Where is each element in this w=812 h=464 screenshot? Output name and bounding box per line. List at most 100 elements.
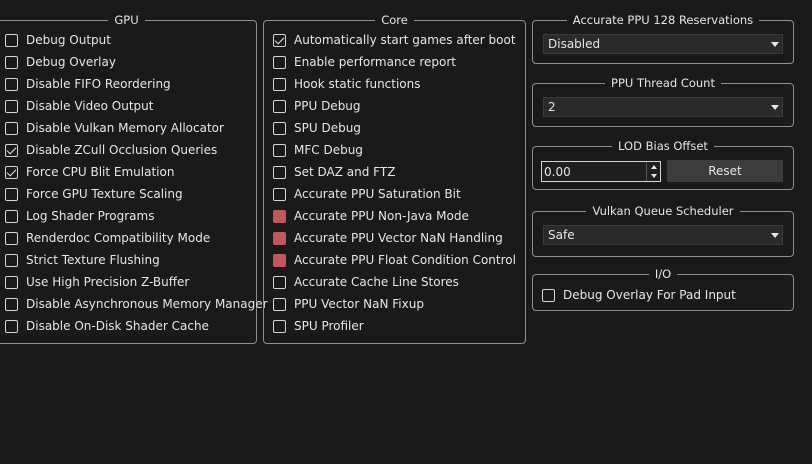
checkbox-box[interactable] <box>5 209 18 223</box>
checkbox-ppu-debug[interactable]: PPU Debug <box>273 97 361 115</box>
checkbox-box[interactable] <box>273 77 286 91</box>
checkbox-disable-vulkan-memory-allocator[interactable]: Disable Vulkan Memory Allocator <box>5 119 224 137</box>
checkbox-box[interactable] <box>273 319 286 333</box>
checkbox-label: Accurate Cache Line Stores <box>294 275 459 289</box>
checkbox-label: SPU Profiler <box>294 319 364 333</box>
checkbox-box[interactable] <box>273 143 286 157</box>
checkbox-disable-video-output[interactable]: Disable Video Output <box>5 97 153 115</box>
checkbox-box[interactable] <box>273 121 286 135</box>
checkbox-box[interactable] <box>273 275 286 289</box>
checkbox-label: Force CPU Blit Emulation <box>26 165 175 179</box>
io-group: I/O Debug Overlay For Pad Input <box>532 267 794 311</box>
ppu-thread-count-select[interactable]: 2 <box>543 97 783 117</box>
ppu-reservations-group: Accurate PPU 128 Reservations Disabled <box>532 13 794 64</box>
checkbox-label: Debug Output <box>26 33 111 47</box>
checkbox-label: PPU Debug <box>294 99 361 113</box>
checkbox-box[interactable] <box>5 55 18 69</box>
checkbox-label: Use High Precision Z-Buffer <box>26 275 190 289</box>
checkbox-box[interactable] <box>273 231 286 245</box>
gpu-group-title: GPU <box>0 13 256 27</box>
checkbox-enable-performance-report[interactable]: Enable performance report <box>273 53 456 71</box>
checkmark-icon[interactable] <box>5 165 18 179</box>
checkbox-force-gpu-texture-scaling[interactable]: Force GPU Texture Scaling <box>5 185 183 203</box>
checkbox-box[interactable] <box>5 275 18 289</box>
checkbox-label: Enable performance report <box>294 55 457 69</box>
checkbox-ppu-vector-nan-fixup[interactable]: PPU Vector NaN Fixup <box>273 295 424 313</box>
checkbox-box[interactable] <box>5 121 18 135</box>
checkbox-box[interactable] <box>273 187 286 201</box>
checkbox-label: Automatically start games after boot <box>294 33 516 47</box>
checkbox-renderdoc-compatibility-mode[interactable]: Renderdoc Compatibility Mode <box>5 229 210 247</box>
checkbox-label: Accurate PPU Saturation Bit <box>294 187 461 201</box>
checkbox-accurate-ppu-saturation-bit[interactable]: Accurate PPU Saturation Bit <box>273 185 461 203</box>
checkbox-label: Disable Video Output <box>26 99 154 113</box>
vulkan-queue-title: Vulkan Queue Scheduler <box>533 204 793 218</box>
checkbox-set-daz-and-ftz[interactable]: Set DAZ and FTZ <box>273 163 395 181</box>
checkbox-box[interactable] <box>273 297 286 311</box>
checkbox-label: Accurate PPU Non-Java Mode <box>294 209 469 223</box>
checkbox-spu-profiler[interactable]: SPU Profiler <box>273 317 364 335</box>
checkmark-icon[interactable] <box>273 33 286 47</box>
checkbox-disable-asynchronous-memory-manager[interactable]: Disable Asynchronous Memory Manager <box>5 295 268 313</box>
checkbox-log-shader-programs[interactable]: Log Shader Programs <box>5 207 154 225</box>
checkbox-label: MFC Debug <box>294 143 363 157</box>
checkbox-box[interactable] <box>273 165 286 179</box>
checkbox-spu-debug[interactable]: SPU Debug <box>273 119 361 137</box>
checkbox-box[interactable] <box>5 33 18 47</box>
checkbox-label: Disable Vulkan Memory Allocator <box>26 121 224 135</box>
chevron-down-icon <box>768 35 782 53</box>
checkbox-accurate-ppu-vector-nan-handling[interactable]: Accurate PPU Vector NaN Handling <box>273 229 503 247</box>
checkbox-box[interactable] <box>5 99 18 113</box>
spin-buttons <box>646 162 660 181</box>
checkbox-strict-texture-flushing[interactable]: Strict Texture Flushing <box>5 251 160 269</box>
checkbox-accurate-ppu-non-java-mode[interactable]: Accurate PPU Non-Java Mode <box>273 207 469 225</box>
checkbox-label: Disable ZCull Occlusion Queries <box>26 143 218 157</box>
checkbox-disable-fifo-reordering[interactable]: Disable FIFO Reordering <box>5 75 171 93</box>
checkbox-accurate-cache-line-stores[interactable]: Accurate Cache Line Stores <box>273 273 459 291</box>
checkbox-box[interactable] <box>273 55 286 69</box>
lod-bias-value: 0.00 <box>544 164 571 179</box>
checkbox-force-cpu-blit-emulation[interactable]: Force CPU Blit Emulation <box>5 163 174 181</box>
checkbox-mfc-debug[interactable]: MFC Debug <box>273 141 363 159</box>
checkbox-box[interactable] <box>5 231 18 245</box>
checkbox-box[interactable] <box>5 253 18 267</box>
checkbox-accurate-ppu-float-condition-control[interactable]: Accurate PPU Float Condition Control <box>273 251 516 269</box>
checkbox-debug-overlay-for-pad-input[interactable]: Debug Overlay For Pad Input <box>542 286 736 304</box>
checkbox-disable-on-disk-shader-cache[interactable]: Disable On-Disk Shader Cache <box>5 317 209 335</box>
checkbox-label: Renderdoc Compatibility Mode <box>26 231 211 245</box>
checkbox-disable-zcull-occlusion-queries[interactable]: Disable ZCull Occlusion Queries <box>5 141 217 159</box>
checkbox-box[interactable] <box>5 319 18 333</box>
core-group-title: Core <box>264 13 525 27</box>
checkbox-use-high-precision-z-buffer[interactable]: Use High Precision Z-Buffer <box>5 273 189 291</box>
ppu-reservations-title: Accurate PPU 128 Reservations <box>533 13 793 27</box>
checkbox-box[interactable] <box>542 288 555 302</box>
checkbox-label: SPU Debug <box>294 121 361 135</box>
checkbox-box[interactable] <box>273 99 286 113</box>
checkbox-box[interactable] <box>273 253 286 267</box>
spin-down-icon[interactable] <box>647 172 660 182</box>
checkmark-icon[interactable] <box>5 143 18 157</box>
spin-up-icon[interactable] <box>647 162 660 172</box>
lod-bias-group: LOD Bias Offset 0.00 Reset <box>532 139 794 190</box>
checkbox-debug-output[interactable]: Debug Output <box>5 31 111 49</box>
lod-bias-reset-button[interactable]: Reset <box>667 160 783 182</box>
checkbox-label: PPU Vector NaN Fixup <box>294 297 424 311</box>
checkbox-box[interactable] <box>273 209 286 223</box>
checkbox-label: Disable On-Disk Shader Cache <box>26 319 209 333</box>
checkbox-debug-overlay[interactable]: Debug Overlay <box>5 53 116 71</box>
checkbox-automatically-start-games-after-boot[interactable]: Automatically start games after boot <box>273 31 516 49</box>
checkbox-label: Debug Overlay <box>26 55 116 69</box>
ppu-reservations-select[interactable]: Disabled <box>543 34 783 54</box>
lod-bias-title: LOD Bias Offset <box>533 139 793 153</box>
checkbox-box[interactable] <box>5 297 18 311</box>
checkbox-label: Accurate PPU Vector NaN Handling <box>294 231 503 245</box>
checkbox-label: Debug Overlay For Pad Input <box>563 288 736 302</box>
io-group-title: I/O <box>533 267 793 281</box>
vulkan-queue-select[interactable]: Safe <box>543 225 783 245</box>
lod-bias-spinbox[interactable]: 0.00 <box>541 161 661 182</box>
checkbox-label: Disable FIFO Reordering <box>26 77 171 91</box>
checkbox-box[interactable] <box>5 187 18 201</box>
ppu-thread-count-group: PPU Thread Count 2 <box>532 76 794 127</box>
checkbox-hook-static-functions[interactable]: Hook static functions <box>273 75 421 93</box>
checkbox-box[interactable] <box>5 77 18 91</box>
